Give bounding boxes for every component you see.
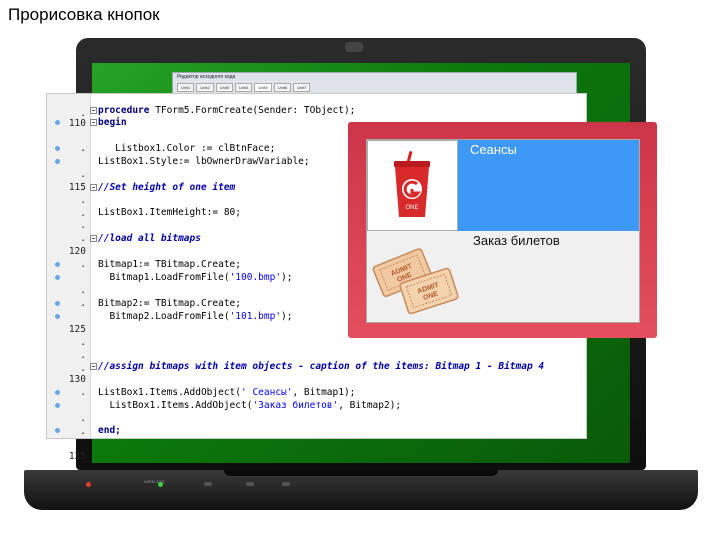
- code-line: 135 end;: [47, 424, 587, 462]
- breakpoint-dot-icon[interactable]: [55, 301, 60, 306]
- fold-toggle-icon[interactable]: [90, 363, 97, 370]
- line-number: 135: [68, 451, 86, 462]
- breakpoint-dot-icon[interactable]: [55, 428, 60, 433]
- code-statement: ListBox1.Style:= lbOwnerDrawVariable;: [98, 156, 310, 167]
- code-line: 130 //assign bitmaps with item objects -…: [47, 360, 587, 385]
- code-statement: Bitmap2:= TBitmap.Create;: [98, 298, 241, 309]
- slide-title: Прорисовка кнопок: [8, 5, 160, 24]
- cup-text: ONE: [405, 205, 418, 211]
- ide-tab-bar: Unit1 Unit2 Unit3 Unit4 Unit5 Unit6 Unit…: [177, 83, 311, 92]
- code-statement: Bitmap1:= TBitmap.Create;: [98, 259, 241, 270]
- code-line: . ListBox1.Items.AddObject('Заказ билето…: [47, 399, 587, 437]
- breakpoint-dot-icon[interactable]: [55, 159, 60, 164]
- status-light-icon: [282, 482, 290, 486]
- code-statement: );: [281, 272, 293, 283]
- tab-unit3[interactable]: Unit3: [215, 83, 234, 92]
- webcam: [345, 42, 363, 52]
- code-string: 'Заказ билетов': [252, 400, 339, 411]
- tab-unit2[interactable]: Unit2: [196, 83, 214, 92]
- listbox-item-tickets[interactable]: ADMIT ONE ADMIT ONE Заказ билетов: [367, 231, 639, 322]
- fold-toggle-icon[interactable]: [90, 107, 97, 114]
- breakpoint-dot-icon[interactable]: [55, 390, 60, 395]
- keyword-procedure: procedure: [98, 105, 150, 116]
- tab-unit4[interactable]: Unit4: [235, 83, 253, 92]
- tab-unit1[interactable]: Unit1: [177, 83, 195, 92]
- fold-toggle-icon[interactable]: [90, 184, 97, 191]
- ide-window-title: Редактор исходного кода: [177, 74, 236, 80]
- listbox[interactable]: ONE Сеансы ADMIT ONE ADMIT ONE Заказ бил…: [366, 139, 640, 323]
- code-line: .: [47, 373, 587, 398]
- tab-unit5[interactable]: Unit5: [254, 83, 272, 92]
- code-comment: //assign bitmaps with item objects - cap…: [98, 361, 545, 372]
- code-statement: Bitmap2.LoadFromFile(: [98, 311, 230, 322]
- procedure-signature: TForm5.FormCreate(Sender: TObject);: [149, 105, 356, 116]
- breakpoint-dot-icon[interactable]: [55, 262, 60, 267]
- code-string: '100.bmp': [229, 272, 282, 283]
- keyword-begin: begin: [98, 117, 127, 128]
- power-led-icon: [86, 482, 91, 487]
- code-comment: //load all bitmaps: [98, 233, 201, 244]
- fold-toggle-icon[interactable]: [90, 119, 97, 126]
- code-string: ' Сеансы': [241, 387, 293, 398]
- code-statement: Bitmap1.LoadFromFile(: [98, 272, 230, 283]
- tickets-icon: ADMIT ONE ADMIT ONE: [372, 248, 459, 315]
- code-comment: //Set height of one item: [98, 182, 236, 193]
- selected-item-highlight: Сеансы: [458, 140, 639, 231]
- cinema-cup-icon: ONE: [394, 151, 430, 217]
- code-line: . ListBox1.Items.AddObject(' Сеансы', Bi…: [47, 386, 587, 424]
- code-statement: ListBox1.Items.AddObject(: [98, 387, 241, 398]
- listbox-item-sessions[interactable]: ONE Сеансы: [367, 140, 639, 231]
- breakpoint-dot-icon[interactable]: [55, 314, 60, 319]
- tab-unit7[interactable]: Unit7: [293, 83, 311, 92]
- code-statement: ListBox1.Items.AddObject(: [98, 400, 253, 411]
- breakpoint-dot-icon[interactable]: [55, 120, 60, 125]
- item-label-sessions: Сеансы: [470, 142, 517, 157]
- code-statement: );: [281, 311, 293, 322]
- wifi-led-icon: [158, 482, 163, 487]
- code-statement: ListBox1.ItemHeight:= 80;: [98, 207, 241, 218]
- breakpoint-dot-icon[interactable]: [55, 275, 60, 280]
- code-string: '101.bmp': [229, 311, 282, 322]
- fold-toggle-icon[interactable]: [90, 235, 97, 242]
- item-label-tickets: Заказ билетов: [473, 233, 560, 248]
- laptop-base: WIRELESS: [24, 470, 698, 510]
- code-statement: Listbox1.Color := clBtnFace;: [98, 143, 276, 154]
- laptop-hinge: [224, 470, 498, 476]
- status-light-icon: [204, 482, 212, 486]
- breakpoint-dot-icon[interactable]: [55, 146, 60, 151]
- item-image-cell: ONE: [367, 140, 458, 231]
- code-statement: , Bitmap2);: [338, 400, 402, 411]
- breakpoint-dot-icon[interactable]: [55, 403, 60, 408]
- code-statement: , Bitmap1);: [292, 387, 356, 398]
- status-light-icon: [246, 482, 254, 486]
- keyword-end: end;: [98, 425, 121, 436]
- tab-unit6[interactable]: Unit6: [273, 83, 292, 92]
